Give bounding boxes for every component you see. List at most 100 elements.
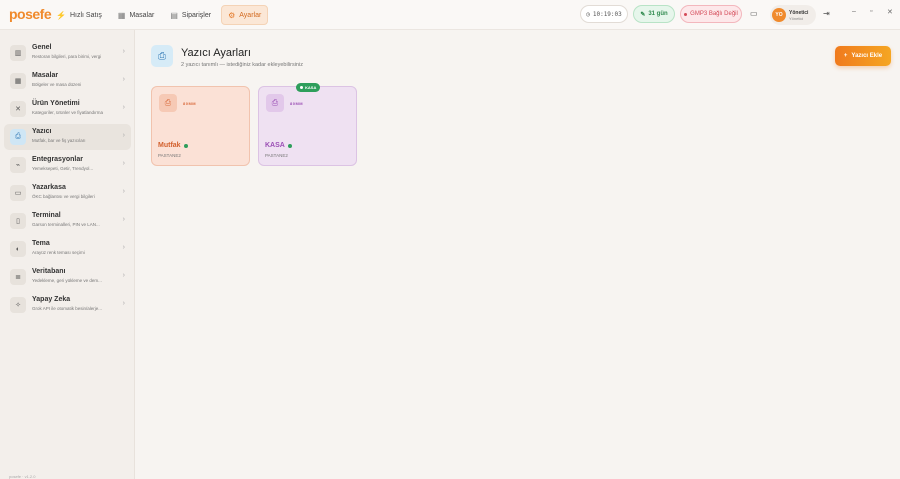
receipt-icon: ▤: [170, 10, 178, 20]
printer-name-text: KASA: [265, 142, 285, 149]
sidebar-item-title: Terminal: [32, 212, 61, 219]
printer-card[interactable]: ⎙ 80MM Mutfak PASTANE2: [151, 86, 250, 166]
add-printer-button[interactable]: + Yazıcı Ekle: [835, 46, 891, 66]
page-subtitle: 2 yazıcı tanımlı — istediğiniz kadar ekl…: [181, 62, 303, 68]
nav-orders[interactable]: ▤ Siparişler: [164, 5, 217, 25]
page-title: Yazıcı Ayarları: [181, 47, 251, 59]
building-icon: ▥: [10, 45, 26, 61]
plug-icon: ⌁: [10, 157, 26, 173]
gmp-text: GMP3 Bağlı Değil: [690, 11, 738, 17]
sidebar-item-integrations[interactable]: ⌁ Entegrasyonlar Yemeksepeti, Getir, Tre…: [4, 152, 131, 178]
nav-tables[interactable]: ▦ Masalar: [112, 5, 160, 25]
bolt-icon: ⚡: [56, 10, 66, 20]
sidebar-item-desc: Restoran bilgileri, para birimi, vergi: [32, 54, 102, 59]
sidebar-item-desc: Kategoriler, ürünler ve fiyatlandırma: [32, 110, 104, 115]
printer-connection: PASTANE2: [158, 153, 181, 158]
app-version: posefe · v1.2.0: [9, 474, 36, 479]
database-icon: ≣: [10, 269, 26, 285]
logout-icon[interactable]: ⇥: [823, 9, 830, 18]
clock-icon: ◷: [586, 10, 590, 18]
sidebar-item-title: Tema: [32, 240, 50, 247]
grid-icon: ▦: [10, 73, 26, 89]
sidebar-item-desc: ÖKC bağlantısı ve vergi bilgileri: [32, 194, 95, 199]
days-text: 31 gün: [648, 11, 668, 17]
nav-label: Ayarlar: [239, 11, 262, 19]
paper-size-tag: 80MM: [183, 101, 197, 106]
sidebar-item-desc: Arayüz renk teması seçimi: [32, 250, 85, 255]
printer-icon: ⎙: [159, 94, 177, 112]
sidebar-item-cash-register[interactable]: ▭ Yazarkasa ÖKC bağlantısı ve vergi bilg…: [4, 180, 131, 206]
printer-icon: ⎙: [10, 129, 26, 145]
avatar: YO: [772, 8, 786, 22]
chat-icon[interactable]: ▭: [750, 9, 758, 18]
clock-display: ◷ 10:19:03: [580, 5, 628, 23]
utensils-icon: ✕: [10, 101, 26, 117]
badge-dot: [300, 86, 303, 89]
user-role: Yönetici: [789, 15, 804, 21]
chevron-right-icon: ›: [122, 160, 125, 167]
printer-name: KASA: [265, 142, 292, 149]
sidebar-item-title: Veritabanı: [32, 268, 66, 275]
printer-name: Mutfak: [158, 142, 188, 149]
sidebar-item-desc: Garson terminalleri, PIN ve LAN...: [32, 222, 100, 227]
sidebar-item-desc: Mutfak, bar ve fiş yazıcıları: [32, 138, 86, 143]
card-icon: ▭: [10, 185, 26, 201]
maximize-icon[interactable]: ▫: [870, 8, 872, 15]
main-nav: ⚡ Hızlı Satış ▦ Masalar ▤ Siparişler ⚙ A…: [50, 5, 269, 25]
clock-text: 10:19:03: [592, 10, 622, 18]
top-bar: posefe ⚡ Hızlı Satış ▦ Masalar ▤ Sipariş…: [0, 0, 900, 30]
printer-icon: ⎙: [266, 94, 284, 112]
badge-text: KASA: [305, 85, 317, 90]
chevron-right-icon: ›: [122, 244, 125, 251]
gmp-status-badge[interactable]: GMP3 Bağlı Değil: [680, 5, 742, 23]
sidebar-item-title: Yazarkasa: [32, 184, 66, 191]
sidebar-item-title: Masalar: [32, 72, 59, 79]
sidebar-item-products[interactable]: ✕ Ürün Yönetimi Kategoriler, ürünler ve …: [4, 96, 131, 122]
minimize-icon[interactable]: –: [852, 8, 856, 15]
nav-settings[interactable]: ⚙ Ayarlar: [221, 5, 269, 25]
user-menu[interactable]: YO Yönetici Yönetici: [770, 5, 816, 25]
add-printer-label: Yazıcı Ekle: [851, 53, 883, 59]
nav-quick-sale[interactable]: ⚡ Hızlı Satış: [50, 5, 108, 25]
sidebar-item-desc: Yedekleme, geri yükleme ve dem...: [32, 278, 102, 283]
chevron-right-icon: ›: [122, 48, 125, 55]
status-dot: [684, 12, 688, 16]
nav-label: Hızlı Satış: [69, 11, 102, 19]
sidebar-item-terminal[interactable]: ▯ Terminal Garson terminalleri, PIN ve L…: [4, 208, 131, 234]
sidebar-item-ai[interactable]: ✧ Yapay Zeka Grok API ile otomatik besin…: [4, 292, 131, 318]
chevron-right-icon: ›: [122, 76, 125, 83]
palette-icon: ◐: [10, 241, 26, 257]
nav-label: Siparişler: [181, 11, 212, 19]
sidebar-item-printer[interactable]: ⎙ Yazıcı Mutfak, bar ve fiş yazıcıları ›: [4, 124, 131, 150]
sparkle-icon: ✧: [10, 297, 26, 313]
sidebar-item-title: Entegrasyonlar: [32, 156, 83, 163]
chevron-right-icon: ›: [122, 188, 125, 195]
sidebar-item-database[interactable]: ≣ Veritabanı Yedekleme, geri yükleme ve …: [4, 264, 131, 290]
sidebar-item-title: Yazıcı: [32, 128, 52, 135]
app-logo[interactable]: posefe: [9, 6, 52, 22]
chevron-right-icon: ›: [122, 216, 125, 223]
sidebar-item-tables[interactable]: ▦ Masalar Bölgeler ve masa düzeni ›: [4, 68, 131, 94]
default-register-badge: KASA: [296, 83, 321, 92]
sidebar-item-theme[interactable]: ◐ Tema Arayüz renk teması seçimi ›: [4, 236, 131, 262]
printer-icon: ⎙: [151, 45, 173, 67]
sidebar-item-desc: Grok API ile otomatik besin/alerje...: [32, 306, 103, 311]
online-status-dot: [183, 143, 188, 148]
sidebar-item-title: Yapay Zeka: [32, 296, 71, 303]
grid-icon: ▦: [117, 10, 126, 20]
chevron-right-icon: ›: [122, 132, 125, 139]
sidebar-item-general[interactable]: ▥ Genel Restoran bilgileri, para birimi,…: [4, 40, 131, 66]
settings-sidebar: ▥ Genel Restoran bilgileri, para birimi,…: [0, 30, 135, 479]
license-days-badge[interactable]: ✎ 31 gün: [633, 5, 675, 23]
printer-name-text: Mutfak: [158, 142, 181, 149]
paper-size-tag: 80MM: [290, 101, 304, 106]
gear-icon: ⚙: [228, 10, 236, 20]
sidebar-item-title: Genel: [32, 44, 52, 51]
pencil-icon: ✎: [640, 11, 646, 18]
sidebar-item-title: Ürün Yönetimi: [32, 100, 80, 107]
printer-card[interactable]: KASA ⎙ 80MM KASA PASTANE2: [258, 83, 357, 166]
chevron-right-icon: ›: [122, 300, 125, 307]
sidebar-item-desc: Bölgeler ve masa düzeni: [32, 82, 82, 87]
online-status-dot: [287, 143, 292, 148]
close-icon[interactable]: ✕: [887, 8, 893, 16]
